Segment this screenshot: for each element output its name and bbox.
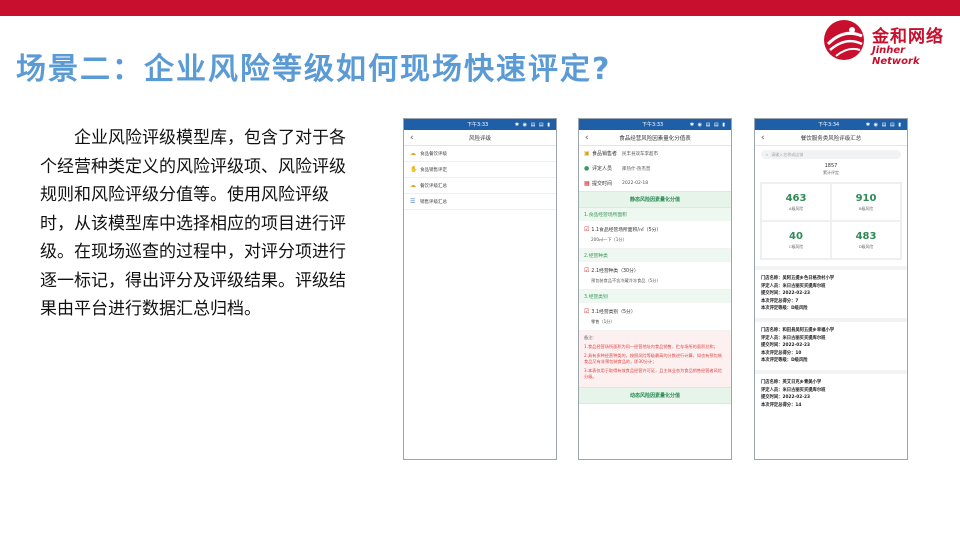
screen-title: 餐饮服务类风险评级汇总 (800, 135, 862, 142)
checkbox-checked-icon[interactable]: ☑ (584, 226, 589, 233)
notes-title: 备注: (584, 335, 594, 340)
hand-icon: ✋ (410, 166, 418, 173)
status-bar: 下午3:34 ✱ ◉ ▤ ▤ ▮ (755, 119, 907, 130)
dynamic-risk-header: 动态风险因素量化分值 (579, 387, 731, 404)
logo: 金和网络 Jinher Network (822, 18, 952, 67)
search-input[interactable]: ⌕ 请输入名称或店铺 (761, 150, 901, 159)
cloud-icon: ☁ (410, 150, 416, 157)
phone-risk-score-table: 下午3:33 ✱ ◉ ▤ ▤ ▮ ‹ 食品经营风险因素量化分值表 ▣ 食品销售者… (578, 118, 732, 460)
total-summary: 1857 累计评定 (755, 163, 907, 176)
stat-a-level[interactable]: 463 A级风险 (761, 183, 831, 221)
status-icons: ✱ ◉ ▤ ▤ ▮ (689, 121, 726, 128)
menu-item-sales-summary[interactable]: ☰ 销售评级汇总 (404, 194, 556, 210)
screen-title: 风险评级 (468, 135, 491, 142)
app-bar: ‹ 风险评级 (404, 130, 556, 146)
checkbox-checked-icon[interactable]: ☑ (584, 308, 589, 315)
search-placeholder: 请输入名称或店铺 (771, 151, 804, 157)
score-item[interactable]: ☑ 3.1经营类别（5分） (579, 303, 731, 317)
logo-globe-icon (824, 20, 864, 60)
list-item[interactable]: 门店名称：英艾日克乡青美小学 评定人员：米日古丽买买提库尔班 提交时间：2022… (755, 369, 907, 414)
back-arrow-icon[interactable]: ‹ (761, 133, 773, 143)
note-item: 1.食品经营场所面积为同一经营地址内食品销售、贮存场所的面积总和； (584, 344, 718, 349)
form-row-seller: ▣ 食品销售者 民丰县双车李超市 (584, 150, 658, 157)
static-risk-header: 静态风险因素量化分值 (579, 191, 731, 208)
score-item[interactable]: ☑ 2.1经营种类（30分） (579, 262, 731, 276)
list-item[interactable]: 门店名称：和田县吴阿五提乡幸福小学 评定人员：米日古丽买买提库尔班 提交时间：2… (755, 317, 907, 370)
total-label: 累计评定 (823, 170, 839, 175)
status-icons: ✱ ◉ ▤ ▤ ▮ (514, 121, 551, 128)
status-time: 下午3:33 (467, 122, 489, 128)
section-label: 2.经营种类 (579, 249, 731, 262)
stat-d-level[interactable]: 483 D级风险 (831, 221, 901, 259)
app-bar: ‹ 餐饮服务类风险评级汇总 (755, 130, 907, 146)
score-answer: 零售（1分） (579, 317, 731, 331)
store-icon: ▣ (584, 150, 590, 157)
menu-item-catering-summary[interactable]: ☁ 餐饮评级汇总 (404, 178, 556, 194)
section-label: 3.经营类别 (579, 290, 731, 303)
logo-text-en: Jinher Network (872, 45, 920, 67)
score-item[interactable]: ☑ 1.1食品经营场所面积/㎡（5分） (579, 221, 731, 235)
user-icon: ● (584, 165, 590, 172)
checkbox-checked-icon[interactable]: ☑ (584, 267, 589, 274)
menu-item-food-catering-rating[interactable]: ☁ 食品餐饮评级 (404, 146, 556, 162)
list-item[interactable]: 门店名称：吴阿五提乡色日格孜村小学 评定人员：米日古丽买买提库尔班 提交时间：2… (755, 266, 907, 318)
status-bar: 下午3:33 ✱ ◉ ▤ ▤ ▮ (404, 119, 556, 130)
form-row-rater: ● 评定人员 库热什·热杰普 (584, 165, 651, 172)
stat-c-level[interactable]: 40 C级风险 (761, 221, 831, 259)
note-item: 2.具有多种经营种类的，按照风险等级最高的分数进行计算，如也有预包装食品又有非预… (584, 353, 722, 364)
cloud-icon: ☁ (410, 182, 416, 189)
section-label: 1.食品经营场所面积 (579, 208, 731, 221)
note-item: 3.本表仅用于取得有效食品经营许可证，且主体业态为食品销售经营者风险分级。 (584, 368, 722, 379)
notes-box: 备注: 1.食品经营场所面积为同一经营地址内食品销售、贮存场所的面积总和； 2.… (579, 331, 731, 387)
list-icon: ☰ (410, 198, 416, 205)
stat-b-level[interactable]: 910 B级风险 (831, 183, 901, 221)
screen-title: 食品经营风险因素量化分值表 (619, 135, 691, 142)
back-arrow-icon[interactable]: ‹ (585, 133, 597, 143)
status-bar: 下午3:33 ✱ ◉ ▤ ▤ ▮ (579, 119, 731, 130)
status-time: 下午3:33 (642, 122, 664, 128)
status-icons: ✱ ◉ ▤ ▤ ▮ (865, 121, 902, 128)
search-icon: ⌕ (766, 152, 769, 157)
form-row-submit-time: ▦ 提交时间 2022-02-18 (584, 180, 649, 187)
menu-item-food-sales-rating[interactable]: ✋ 食品销售评定 (404, 162, 556, 178)
slide-title: 场景二：企业风险等级如何现场快速评定? (16, 52, 612, 87)
logo-text-cn: 金和网络 (872, 27, 944, 47)
status-time: 下午3:34 (818, 122, 840, 128)
risk-stats-grid: 463 A级风险 910 B级风险 40 C级风险 483 D级风险 (760, 182, 902, 260)
score-answer: 预包装食品不含冷藏冷冻食品（5分） (579, 276, 731, 290)
back-arrow-icon[interactable]: ‹ (410, 133, 422, 143)
score-answer: 200㎡一下（1分） (579, 235, 731, 249)
body-paragraph: 企业风险评级模型库，包含了对于各个经营种类定义的风险评级项、风险评级规则和风险评… (40, 128, 346, 319)
top-brand-bar (0, 0, 960, 16)
app-bar: ‹ 食品经营风险因素量化分值表 (579, 130, 731, 146)
total-value: 1857 (824, 163, 838, 169)
calendar-icon: ▦ (584, 180, 590, 187)
phone-risk-rating-menu: 下午3:33 ✱ ◉ ▤ ▤ ▮ ‹ 风险评级 ☁ 食品餐饮评级 ✋ 食品销售评… (403, 118, 557, 460)
phone-catering-summary: 下午3:34 ✱ ◉ ▤ ▤ ▮ ‹ 餐饮服务类风险评级汇总 ⌕ 请输入名称或店… (754, 118, 908, 460)
